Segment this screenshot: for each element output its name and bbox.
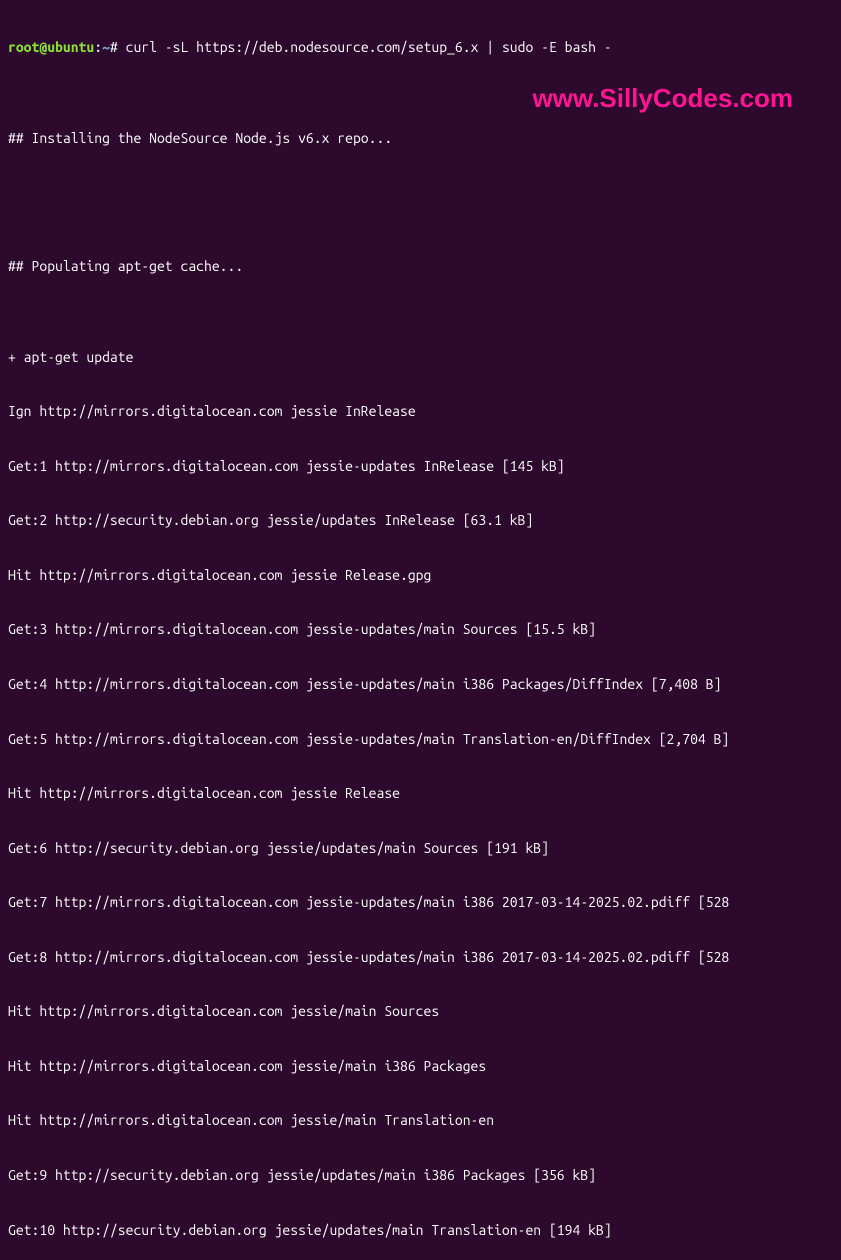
output-line: + apt-get update — [8, 348, 833, 366]
output-line: Get:10 http://security.debian.org jessie… — [8, 1221, 833, 1239]
output-line: Hit http://mirrors.digitalocean.com jess… — [8, 784, 833, 802]
output-line: Hit http://mirrors.digitalocean.com jess… — [8, 1057, 833, 1075]
output-line: Hit http://mirrors.digitalocean.com jess… — [8, 1111, 833, 1129]
prompt-colon: : — [94, 39, 102, 55]
prompt-symbol: # — [110, 39, 118, 55]
output-line: Get:8 http://mirrors.digitalocean.com je… — [8, 948, 833, 966]
output-line: ## Populating apt-get cache... — [8, 257, 833, 275]
output-line: Get:5 http://mirrors.digitalocean.com je… — [8, 730, 833, 748]
terminal-output[interactable]: root@ubuntu:~# curl -sL https://deb.node… — [8, 2, 833, 1260]
output-line: Get:2 http://security.debian.org jessie/… — [8, 511, 833, 529]
prompt-path: ~ — [102, 39, 110, 55]
output-line: Hit http://mirrors.digitalocean.com jess… — [8, 1002, 833, 1020]
command-text: curl -sL https://deb.nodesource.com/setu… — [118, 39, 612, 55]
output-line: Ign http://mirrors.digitalocean.com jess… — [8, 402, 833, 420]
prompt-user-host: root@ubuntu — [8, 39, 94, 55]
output-line: Hit http://mirrors.digitalocean.com jess… — [8, 566, 833, 584]
watermark-text: www.SillyCodes.com — [532, 82, 793, 116]
output-line: Get:9 http://security.debian.org jessie/… — [8, 1166, 833, 1184]
output-line: Get:7 http://mirrors.digitalocean.com je… — [8, 893, 833, 911]
output-line: Get:6 http://security.debian.org jessie/… — [8, 839, 833, 857]
prompt-line: root@ubuntu:~# curl -sL https://deb.node… — [8, 38, 833, 56]
output-line: Get:4 http://mirrors.digitalocean.com je… — [8, 675, 833, 693]
output-line: Get:1 http://mirrors.digitalocean.com je… — [8, 457, 833, 475]
output-line: Get:3 http://mirrors.digitalocean.com je… — [8, 620, 833, 638]
output-line: ## Installing the NodeSource Node.js v6.… — [8, 129, 833, 147]
